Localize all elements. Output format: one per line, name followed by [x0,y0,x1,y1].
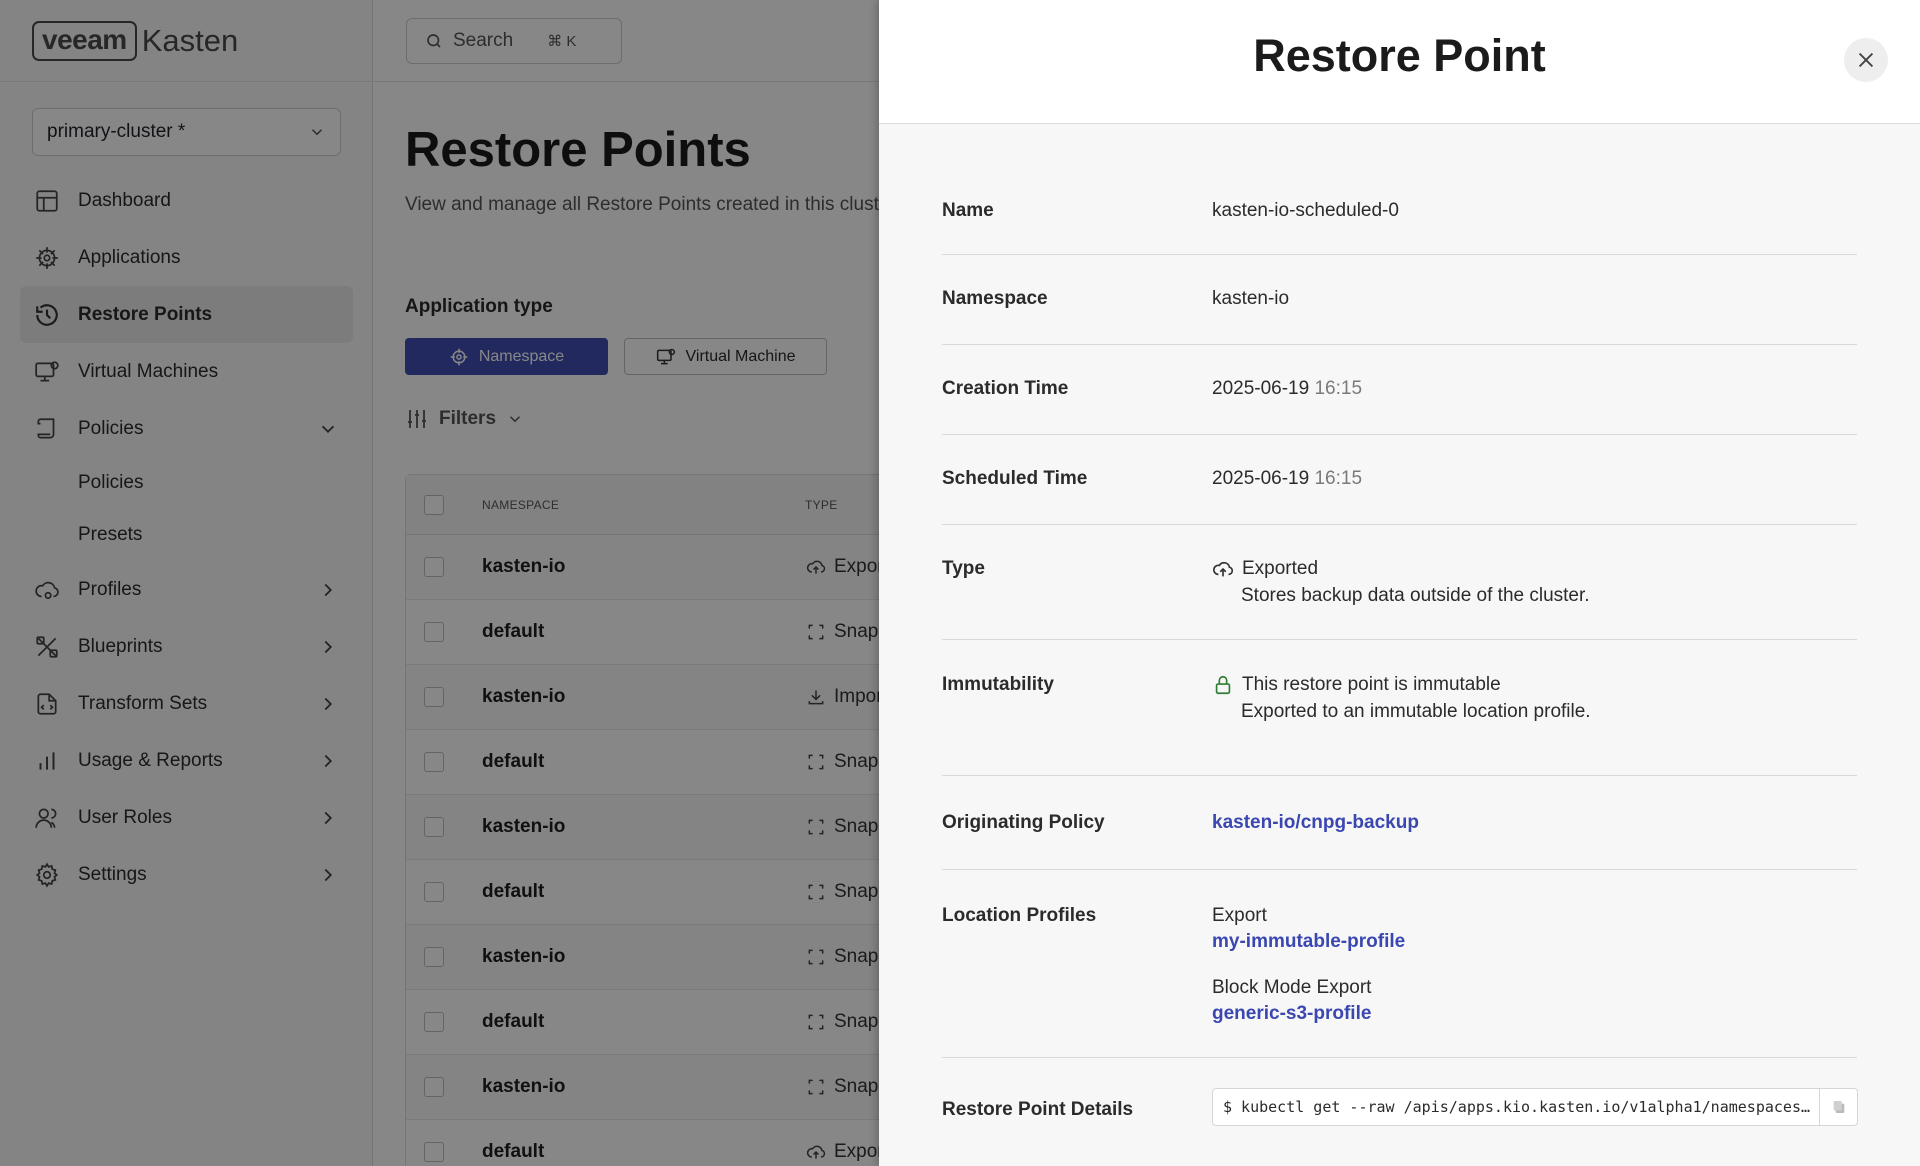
immutability-description: Exported to an immutable location profil… [1241,701,1591,722]
detail-row-location-profiles: Location Profiles Export my-immutable-pr… [942,870,1857,1058]
detail-label: Scheduled Time [942,468,1088,489]
scheduled-date: 2025-06-19 [1212,468,1310,489]
detail-value-creation-time: 2025-06-19 16:15 [1212,378,1362,400]
drawer-title: Restore Point [1253,30,1546,81]
detail-value-immutability: This restore point is immutable Exported… [1212,674,1591,723]
immutability-value: This restore point is immutable [1242,674,1501,695]
export-label: Export [1212,905,1267,926]
detail-label: Namespace [942,288,1048,309]
detail-label: Creation Time [942,378,1069,399]
detail-value-scheduled-time: 2025-06-19 16:15 [1212,468,1362,490]
detail-row-scheduled-time: Scheduled Time 2025-06-19 16:15 [942,435,1857,525]
policy-link[interactable]: kasten-io/cnpg-backup [1212,812,1419,834]
drawer-header: Restore Point [879,0,1920,124]
scheduled-time: 16:15 [1314,468,1363,489]
detail-label: Location Profiles [942,905,1097,926]
detail-value-namespace: kasten-io [1212,288,1290,309]
detail-row-name: Name kasten-io-scheduled-0 [942,124,1857,255]
detail-value-name: kasten-io-scheduled-0 [1212,200,1399,221]
detail-label: Immutability [942,674,1054,695]
block-export-profile-link[interactable]: generic-s3-profile [1212,1003,1405,1025]
detail-row-originating-policy: Originating Policy kasten-io/cnpg-backup [942,776,1857,870]
modal-backdrop[interactable] [0,0,880,1166]
detail-row-type: Type Exported Stores backup data outside… [942,525,1857,640]
detail-label: Restore Point Details [942,1099,1134,1120]
close-button[interactable] [1844,38,1888,82]
detail-value-location-profiles: Export my-immutable-profile Block Mode E… [1212,905,1405,1025]
kubectl-command: $ kubectl get --raw /apis/apps.kio.kaste… [1223,1098,1819,1116]
copy-icon [1833,1101,1844,1113]
detail-row-restore-point-details: Restore Point Details $ kubectl get --ra… [942,1058,1858,1126]
detail-label: Name [942,200,994,221]
type-description: Stores backup data outside of the cluste… [1241,585,1590,606]
copy-button[interactable] [1819,1089,1857,1125]
export-profile-link[interactable]: my-immutable-profile [1212,931,1405,953]
detail-label: Type [942,558,985,579]
detail-label: Originating Policy [942,812,1105,833]
detail-row-creation-time: Creation Time 2025-06-19 16:15 [942,345,1857,435]
drawer-body: Name kasten-io-scheduled-0 Namespace kas… [942,124,1858,1126]
lock-icon [1215,675,1231,695]
creation-time: 16:15 [1314,378,1363,399]
block-export-label: Block Mode Export [1212,977,1372,998]
restore-point-drawer: Restore Point Name kasten-io-scheduled-0… [879,0,1920,1166]
detail-row-namespace: Namespace kasten-io [942,255,1857,345]
type-value: Exported [1242,558,1319,579]
close-icon [1858,52,1874,68]
creation-date: 2025-06-19 [1212,378,1310,399]
detail-value-type: Exported Stores backup data outside of t… [1212,558,1590,607]
kubectl-command-field[interactable]: $ kubectl get --raw /apis/apps.kio.kaste… [1212,1088,1858,1126]
cloud-upload-icon [1213,561,1234,577]
detail-row-immutability: Immutability This restore point is immut… [942,640,1857,776]
